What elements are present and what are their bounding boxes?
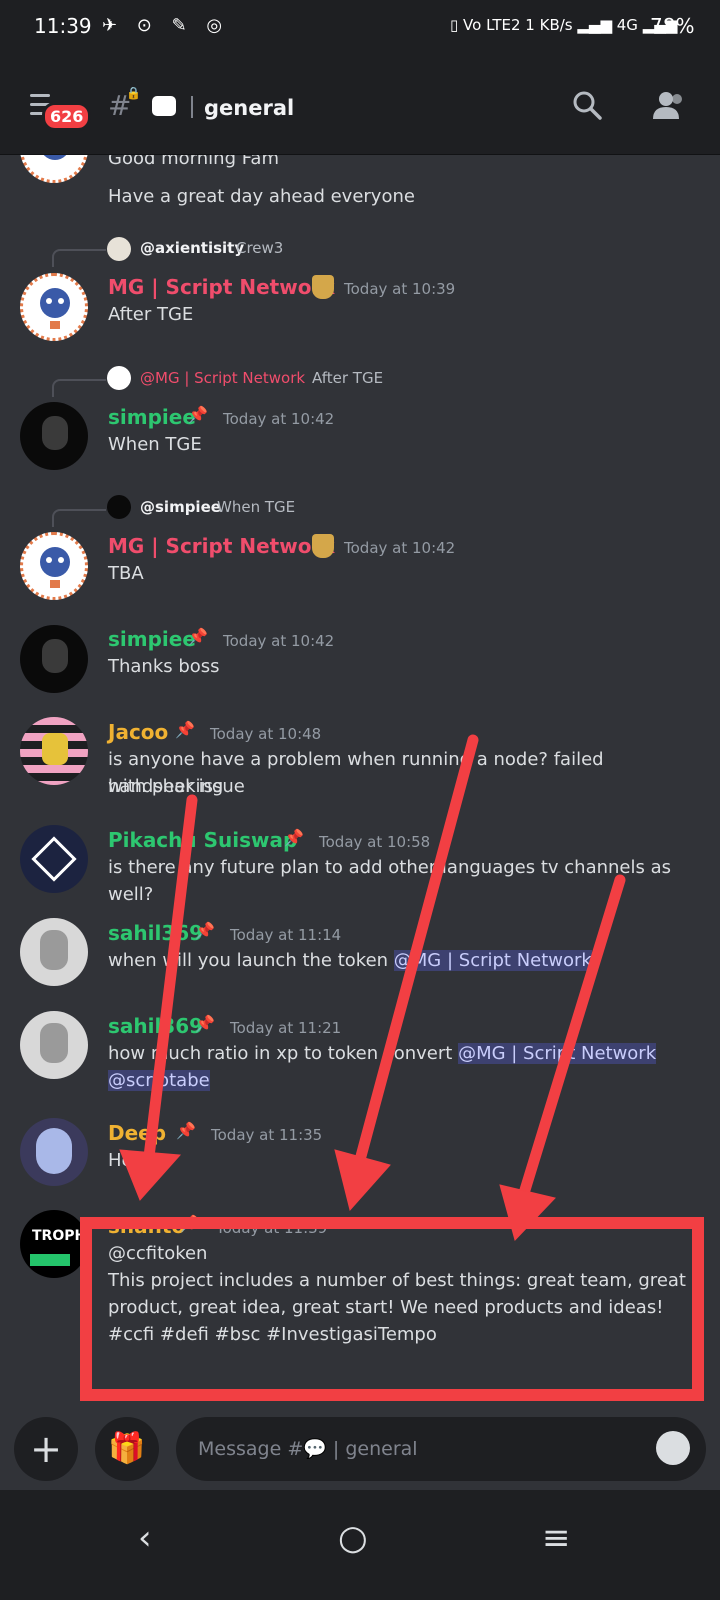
home-icon[interactable]: ○	[338, 1518, 368, 1558]
annotation-arrows	[119, 734, 626, 1241]
emoji-icon[interactable]	[656, 1431, 690, 1465]
gift-icon[interactable]: 🎁	[95, 1417, 159, 1481]
message-input[interactable]: Message #💬 | general	[176, 1417, 706, 1481]
android-nav-bar: ‹ ○ ≡	[0, 1490, 720, 1600]
add-attachment-button[interactable]: +	[14, 1417, 78, 1481]
back-icon[interactable]: ‹	[138, 1518, 152, 1558]
message-composer: + 🎁 Message #💬 | general	[0, 1405, 720, 1487]
message-placeholder: Message #💬 | general	[198, 1438, 418, 1460]
recents-icon[interactable]: ≡	[542, 1518, 571, 1558]
